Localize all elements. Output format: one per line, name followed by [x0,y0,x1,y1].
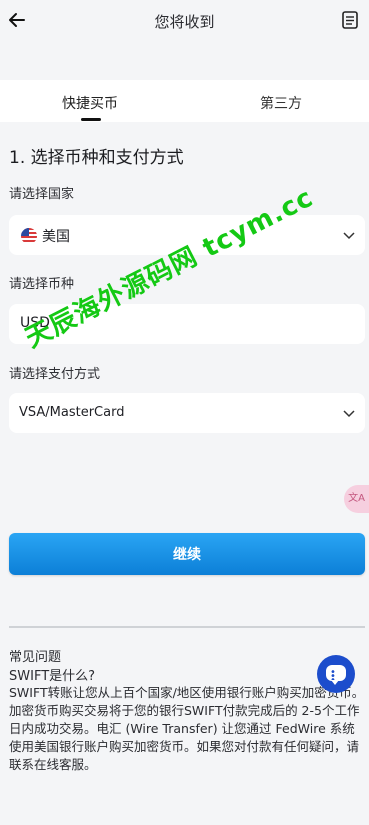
top-bar: 您将收到 [0,0,369,44]
divider [9,626,365,628]
country-label: 请选择国家 [9,187,75,202]
language-float-button[interactable]: 文A [344,485,369,513]
chevron-down-icon [343,410,355,418]
payment-select[interactable]: VSA/MasterCard [9,393,365,433]
currency-label: 请选择币种 [9,277,75,292]
chat-support-button[interactable]: • • • [317,655,355,693]
payment-label: 请选择支付方式 [9,367,101,382]
chevron-down-icon [343,232,355,240]
tab-third-party[interactable]: 第三方 [260,93,302,113]
section-title: 1. 选择币种和支付方式 [9,148,184,168]
page-title: 您将收到 [154,13,215,31]
chat-bubble-icon: • • • [326,665,346,686]
country-value: 美国 [42,229,70,245]
us-flag-icon [21,228,37,244]
tab-bar: 快捷买币 第三方 [0,80,369,122]
faq-answer: SWIFT转账让您从上百个国家/地区使用银行账户购买加密货币。加密货币购买交易将… [9,685,365,772]
tab-quick-buy[interactable]: 快捷买币 [62,93,118,113]
active-tab-indicator [81,118,101,121]
faq-heading: 常见问题 [9,650,62,665]
order-list-icon[interactable] [341,10,359,30]
faq-question: SWIFT是什么? [9,669,96,684]
payment-value: VSA/MasterCard [19,405,125,420]
continue-button[interactable]: 继续 [9,533,365,575]
